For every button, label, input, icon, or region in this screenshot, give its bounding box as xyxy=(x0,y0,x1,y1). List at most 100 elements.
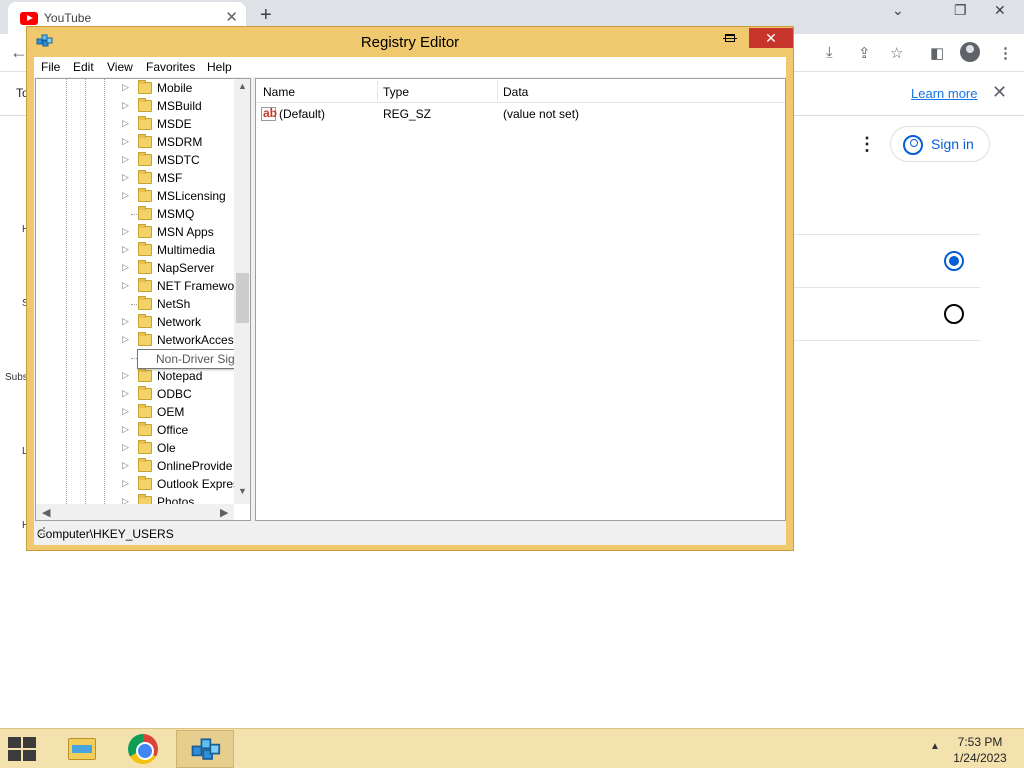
new-tab-button[interactable]: + xyxy=(260,4,272,27)
tree-item[interactable]: ▷ MSF xyxy=(36,169,234,187)
expand-arrow-icon[interactable]: ▷ xyxy=(122,370,129,381)
expand-arrow-icon[interactable]: ▷ xyxy=(122,118,129,129)
tree-item[interactable]: ▷ NapServer xyxy=(36,259,234,277)
maximize-button[interactable] xyxy=(717,29,743,49)
tab-close-icon[interactable]: ✕ xyxy=(225,8,238,26)
expand-arrow-icon[interactable]: ▷ xyxy=(122,442,129,453)
column-name[interactable]: Name xyxy=(263,85,295,99)
expand-arrow-icon[interactable]: ▷ xyxy=(122,82,129,93)
expand-arrow-icon[interactable]: ▷ xyxy=(122,334,129,345)
tree-item[interactable]: ▷ Outlook Expres xyxy=(36,475,234,493)
profile-avatar-icon[interactable] xyxy=(960,42,980,62)
expand-arrow-icon[interactable]: ▷ xyxy=(122,154,129,165)
tree-item[interactable]: ▷ MSDRM xyxy=(36,133,234,151)
taskbar-chrome[interactable] xyxy=(114,730,172,768)
taskbar-registry-editor[interactable] xyxy=(176,730,234,768)
tree-horizontal-scrollbar[interactable]: ◀ ▶ xyxy=(36,504,234,520)
tree-item[interactable]: ▷ Notepad xyxy=(36,367,234,385)
title-bar[interactable]: Registry Editor — ✕ xyxy=(27,27,793,57)
share-icon[interactable]: ⇪ xyxy=(858,44,871,62)
scroll-up-icon[interactable]: ▲ xyxy=(238,81,247,91)
column-type[interactable]: Type xyxy=(383,85,409,99)
expand-arrow-icon[interactable]: ▷ xyxy=(122,262,129,273)
close-button[interactable]: ✕ xyxy=(749,28,793,48)
restore-icon[interactable]: ❐ xyxy=(954,2,967,19)
expand-arrow-icon[interactable]: ▷ xyxy=(122,172,129,183)
expand-arrow-icon[interactable]: ▷ xyxy=(122,226,129,237)
expand-arrow-icon[interactable]: ▷ xyxy=(122,100,129,111)
column-separator[interactable] xyxy=(377,81,378,101)
menu-view[interactable]: View xyxy=(107,60,133,74)
expand-arrow-icon[interactable]: ▷ xyxy=(122,478,129,489)
scroll-down-icon[interactable]: ▼ xyxy=(238,486,247,496)
expand-arrow-icon[interactable]: ▷ xyxy=(122,388,129,399)
expand-arrow-icon[interactable]: ▷ xyxy=(122,244,129,255)
taskbar-file-explorer[interactable] xyxy=(52,730,110,768)
tree-item-label: NET Framewor xyxy=(157,279,234,293)
tree-item[interactable]: ▷ Office xyxy=(36,421,234,439)
side-panel-icon[interactable]: ◧ xyxy=(930,44,944,62)
tree-item[interactable]: NetSh xyxy=(36,295,234,313)
list-header: Name Type Data xyxy=(256,79,785,103)
download-icon[interactable]: ⤓ xyxy=(826,44,833,61)
start-button[interactable] xyxy=(8,737,38,761)
tree-item[interactable]: ▷ Ole xyxy=(36,439,234,457)
value-row[interactable]: ab (Default) REG_SZ (value not set) xyxy=(256,105,785,123)
tree-item[interactable]: ▷ ODBC xyxy=(36,385,234,403)
browser-close-icon[interactable]: ✕ xyxy=(994,2,1006,19)
tree-item[interactable]: MSMQ xyxy=(36,205,234,223)
page-menu-icon[interactable]: ⋮ xyxy=(858,134,876,155)
menu-favorites[interactable]: Favorites xyxy=(146,60,195,74)
tree-vertical-scrollbar[interactable]: ▲ ▼ xyxy=(234,79,250,504)
windows-logo-icon xyxy=(23,750,36,761)
scroll-right-icon[interactable]: ▶ xyxy=(220,506,228,519)
expand-arrow-icon[interactable]: ▷ xyxy=(122,460,129,471)
bookmark-star-icon[interactable]: ☆ xyxy=(890,44,903,62)
tree-item[interactable]: ▷ OnlineProvide xyxy=(36,457,234,475)
folder-icon xyxy=(138,170,152,184)
tree-item[interactable]: ▷ MSN Apps xyxy=(36,223,234,241)
expand-arrow-icon[interactable]: ▷ xyxy=(122,496,129,504)
expand-arrow-icon[interactable]: ▷ xyxy=(122,190,129,201)
radio-unselected[interactable] xyxy=(944,304,964,324)
tree-item[interactable]: ▷ NET Framewor xyxy=(36,277,234,295)
expand-arrow-icon[interactable]: ▷ xyxy=(122,316,129,327)
tab-search-icon[interactable]: ⌄ xyxy=(892,2,904,19)
tree-item[interactable]: ▷ MSBuild xyxy=(36,97,234,115)
key-tree-pane[interactable]: ▷ Mobile ▷ MSBuild ▷ MSDE ▷ MSDRM ▷ MSDTC ▷ MSF ▷ MSL… xyxy=(35,78,251,521)
tree-item[interactable]: ▷ OEM xyxy=(36,403,234,421)
value-list-pane[interactable]: Name Type Data ab (Default) REG_SZ (valu… xyxy=(255,78,786,521)
menu-edit[interactable]: Edit xyxy=(73,60,94,74)
scroll-thumb[interactable] xyxy=(236,273,249,323)
info-bar-close-icon[interactable]: ✕ xyxy=(992,82,1007,103)
option-divider xyxy=(780,340,980,341)
tree-item-label: Office xyxy=(157,423,189,437)
browser-menu-icon[interactable]: ⋮ xyxy=(998,44,1013,62)
expand-arrow-icon[interactable]: ▷ xyxy=(122,424,129,435)
menu-file[interactable]: File xyxy=(41,60,60,74)
expand-arrow-icon[interactable]: ▷ xyxy=(122,406,129,417)
tree-item-label: MSBuild xyxy=(157,99,202,113)
tree-item[interactable]: ▷ Network xyxy=(36,313,234,331)
column-data[interactable]: Data xyxy=(503,85,528,99)
column-separator[interactable] xyxy=(497,81,498,101)
expand-arrow-icon[interactable]: ▷ xyxy=(122,136,129,147)
tree-item-label: OEM xyxy=(157,405,185,419)
tree-item[interactable]: ▷ NetworkAcces xyxy=(36,331,234,349)
tree-item[interactable]: ▷ MSDE xyxy=(36,115,234,133)
sign-in-button[interactable]: Sign in xyxy=(890,126,990,162)
radio-selected[interactable] xyxy=(944,251,964,271)
tree-item[interactable]: ▷ MSLicensing xyxy=(36,187,234,205)
learn-more-link[interactable]: Learn more xyxy=(911,86,977,101)
expand-arrow-icon[interactable]: ▷ xyxy=(122,280,129,291)
scroll-left-icon[interactable]: ◀ xyxy=(42,506,50,519)
resize-grip-icon[interactable] xyxy=(37,527,45,535)
folder-icon xyxy=(138,278,152,292)
menu-help[interactable]: Help xyxy=(207,60,232,74)
tree-item[interactable]: ▷ MSDTC xyxy=(36,151,234,169)
tree-item[interactable]: ▷ Photos xyxy=(36,493,234,504)
tree-item[interactable]: ▷ Mobile xyxy=(36,79,234,97)
tree-item[interactable]: ▷ Multimedia xyxy=(36,241,234,259)
system-clock[interactable]: 7:53 PM 1/24/2023 xyxy=(944,734,1016,766)
show-hidden-icons-icon[interactable]: ▲ xyxy=(930,741,940,752)
